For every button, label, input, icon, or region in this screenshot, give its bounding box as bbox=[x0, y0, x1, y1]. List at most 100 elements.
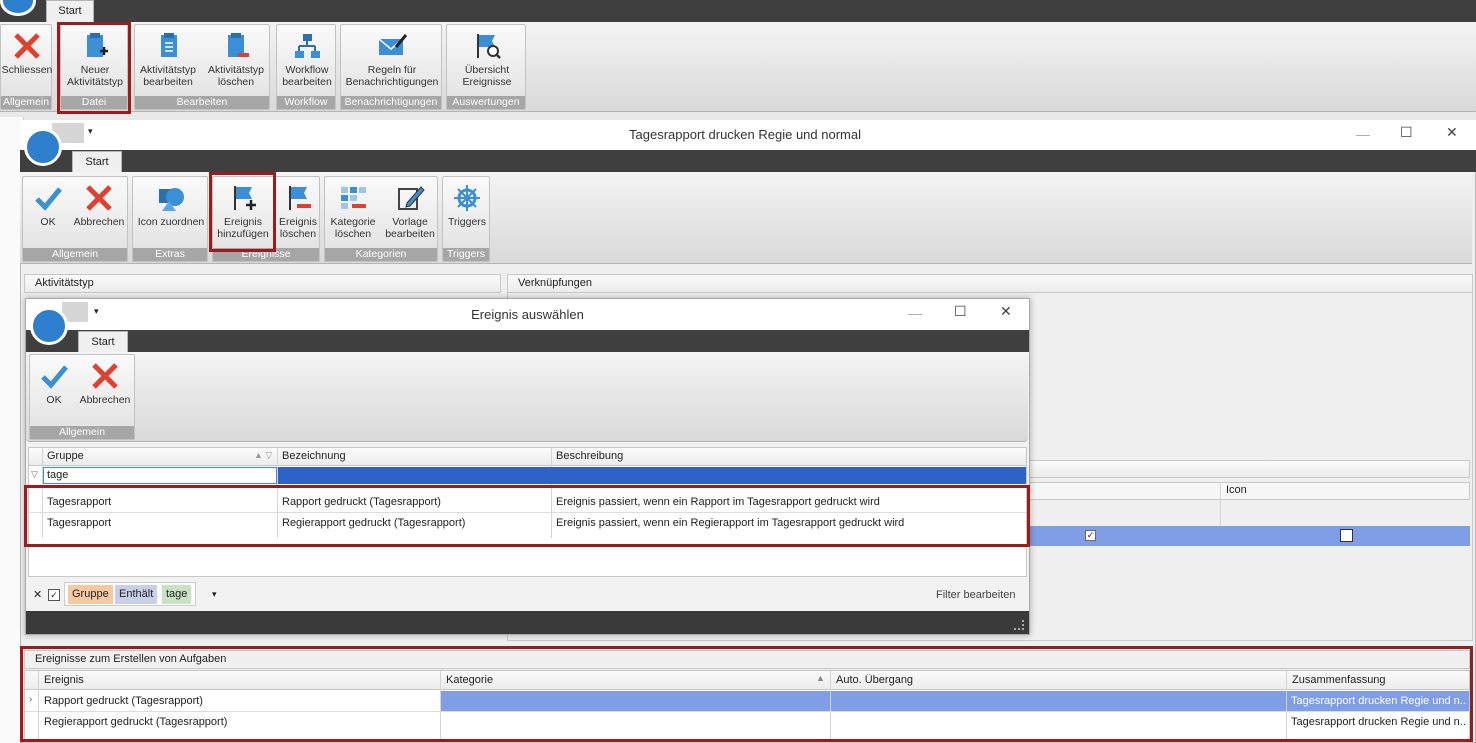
events-overview-button[interactable]: Übersicht Ereignisse bbox=[447, 31, 527, 88]
window2-maximize-button[interactable]: ☐ bbox=[1400, 124, 1413, 141]
cancel-label: Abbrechen bbox=[79, 394, 131, 406]
icon-assign-button[interactable]: Icon zuordnen bbox=[133, 183, 209, 228]
right-grid-col-icon: Icon bbox=[1226, 484, 1247, 496]
edit-icon bbox=[398, 186, 425, 210]
new-activity-type-button[interactable]: Neuer Aktivitätstyp bbox=[61, 31, 129, 88]
clear-filter-icon[interactable]: ✕ bbox=[33, 588, 42, 601]
new-type-label-1: Neuer bbox=[80, 64, 110, 76]
window2-qat-dropdown-icon[interactable]: ▾ bbox=[88, 126, 93, 137]
edit-template-button[interactable]: Vorlage bearbeiten bbox=[381, 183, 439, 240]
edit-document-icon bbox=[161, 33, 177, 57]
icon-assign-label: Icon zuordnen bbox=[137, 216, 205, 228]
delete-document-icon bbox=[228, 33, 249, 57]
filter-dropdown-icon[interactable]: ▾ bbox=[212, 589, 217, 600]
triggers-button[interactable]: Triggers bbox=[443, 183, 491, 228]
dialog-ok-button[interactable]: OK bbox=[32, 361, 76, 406]
filter-input-rest[interactable] bbox=[278, 467, 1026, 484]
wheel-icon bbox=[454, 185, 480, 211]
group-auswertungen: Übersicht Ereignisse Auswertungen bbox=[446, 24, 526, 110]
group-workflow: Workflow bearbeiten Workflow bbox=[276, 24, 336, 110]
close-label: Schliessen bbox=[1, 64, 53, 76]
dialog-col-beschreibung[interactable]: Beschreibung bbox=[552, 450, 623, 462]
table-row[interactable]: Rapport gedruckt (Tagesrapport) bbox=[278, 496, 441, 508]
dialog-col-gruppe[interactable]: Gruppe bbox=[43, 450, 84, 462]
notification-rules-button[interactable]: Regeln für Benachrichtigungen bbox=[341, 31, 443, 88]
table-row[interactable]: Regierapport gedruckt (Tagesrapport) bbox=[278, 517, 465, 529]
category-delete-icon bbox=[341, 187, 366, 209]
window2-logo[interactable] bbox=[24, 128, 62, 166]
dialog-title: Ereignis auswählen bbox=[471, 307, 584, 322]
delete-activity-type-button[interactable]: Aktivitätstyp löschen bbox=[203, 31, 269, 88]
filter-input-gruppe[interactable]: tage bbox=[43, 467, 277, 484]
check-icon bbox=[41, 365, 68, 389]
flag-remove-icon bbox=[289, 186, 311, 210]
dialog-tabstrip bbox=[26, 330, 1029, 352]
right-grid-checkbox[interactable]: ✓ bbox=[1085, 530, 1096, 541]
filter-row-icon: ▽ bbox=[31, 469, 38, 479]
filter-value-chip[interactable]: tage bbox=[162, 585, 192, 604]
edit-filter-link[interactable]: Filter bearbeiten bbox=[936, 589, 1016, 601]
events-col-auto[interactable]: Auto. Übergang bbox=[832, 674, 913, 686]
mail-edit-icon bbox=[378, 34, 408, 55]
w2-ok-button[interactable]: OK bbox=[25, 183, 71, 228]
triggers-label: Triggers bbox=[447, 216, 487, 228]
w2-cancel-button[interactable]: Abbrechen bbox=[71, 183, 127, 228]
group-allgemein: Schliessen Allgemein bbox=[0, 24, 52, 110]
close-icon bbox=[86, 185, 112, 211]
edit-workflow-button[interactable]: Workflow bearbeiten bbox=[277, 31, 337, 88]
filter-enabled-checkbox[interactable]: ✓ bbox=[48, 589, 60, 601]
tab-start[interactable]: Start bbox=[46, 0, 94, 22]
events-panel-header: Ereignisse zum Erstellen von Aufgaben bbox=[24, 650, 1470, 669]
edit-template-label-2: bearbeiten bbox=[385, 228, 435, 240]
events-row-1-highlight-a bbox=[441, 691, 830, 711]
filter-op-chip[interactable]: Enthält bbox=[115, 585, 158, 604]
table-row[interactable]: Regierapport gedruckt (Tagesrapport) bbox=[40, 716, 227, 728]
overview-label-1: Übersicht bbox=[464, 64, 510, 76]
dialog-minimize-button[interactable]: — bbox=[908, 305, 922, 321]
main-tabstrip bbox=[0, 0, 1476, 22]
window2-tab-start[interactable]: Start bbox=[72, 151, 122, 172]
window2-minimize-button[interactable]: — bbox=[1356, 126, 1370, 142]
flag-add-icon bbox=[234, 186, 256, 210]
table-row[interactable]: Rapport gedruckt (Tagesrapport) bbox=[40, 695, 203, 707]
edit-type-label-2: bearbeiten bbox=[143, 76, 193, 88]
w2-group-triggers: Triggers Triggers bbox=[442, 176, 490, 262]
table-row[interactable]: Ereignis passiert, wenn ein Rapport im T… bbox=[552, 496, 880, 508]
edit-activity-type-button[interactable]: Aktivitätstyp bearbeiten bbox=[135, 31, 201, 88]
ok-label: OK bbox=[40, 216, 56, 228]
dialog-qat-dropdown-icon[interactable]: ▾ bbox=[94, 306, 99, 317]
dialog-statusbar bbox=[26, 611, 1029, 634]
table-row[interactable]: Tagesrapport bbox=[43, 517, 111, 529]
dialog-col-bezeichnung[interactable]: Bezeichnung bbox=[278, 450, 346, 462]
delete-event-label-2: löschen bbox=[279, 228, 317, 240]
table-row-summary[interactable]: Tagesrapport drucken Regie und n... bbox=[1287, 716, 1467, 728]
w2-group-extras: Icon zuordnen Extras bbox=[132, 176, 208, 262]
dialog-maximize-button[interactable]: ☐ bbox=[954, 303, 967, 320]
sort-filter-icon[interactable]: ▲ ▽ bbox=[254, 450, 272, 461]
group-label: Auswertungen bbox=[447, 96, 525, 109]
w2-group-allgemein: OK Abbrechen Allgemein bbox=[22, 176, 128, 262]
table-row-summary[interactable]: Tagesrapport drucken Regie und n... bbox=[1287, 695, 1467, 707]
right-grid-edit-icon[interactable] bbox=[1340, 529, 1353, 542]
events-col-ereignis[interactable]: Ereignis bbox=[40, 674, 84, 686]
events-col-kategorie[interactable]: Kategorie bbox=[442, 674, 493, 686]
table-row[interactable]: Tagesrapport bbox=[43, 496, 111, 508]
dialog-close-button[interactable]: ✕ bbox=[1000, 303, 1012, 320]
shapes-icon bbox=[159, 188, 184, 211]
table-row[interactable]: Ereignis passiert, wenn ein Regierapport… bbox=[552, 517, 904, 529]
dialog-logo[interactable] bbox=[30, 307, 68, 345]
group-label: Extras bbox=[133, 248, 207, 261]
new-document-icon bbox=[87, 33, 108, 57]
delete-event-button[interactable]: Ereignis löschen bbox=[275, 183, 321, 240]
dialog-cancel-button[interactable]: Abbrechen bbox=[76, 361, 134, 406]
dialog-tab-start[interactable]: Start bbox=[78, 331, 128, 352]
resize-grip-icon[interactable] bbox=[1014, 620, 1024, 630]
filter-field-chip[interactable]: Gruppe bbox=[68, 585, 113, 604]
add-event-button[interactable]: Ereignis hinzufügen bbox=[213, 183, 273, 240]
window2-close-button[interactable]: ✕ bbox=[1446, 124, 1458, 141]
events-grid-divider bbox=[38, 671, 39, 743]
events-row-1-highlight-b bbox=[831, 691, 1286, 711]
delete-category-button[interactable]: Kategorie löschen bbox=[325, 183, 381, 240]
events-col-summary[interactable]: Zusammenfassung bbox=[1288, 674, 1386, 686]
close-button[interactable]: Schliessen bbox=[1, 31, 53, 76]
